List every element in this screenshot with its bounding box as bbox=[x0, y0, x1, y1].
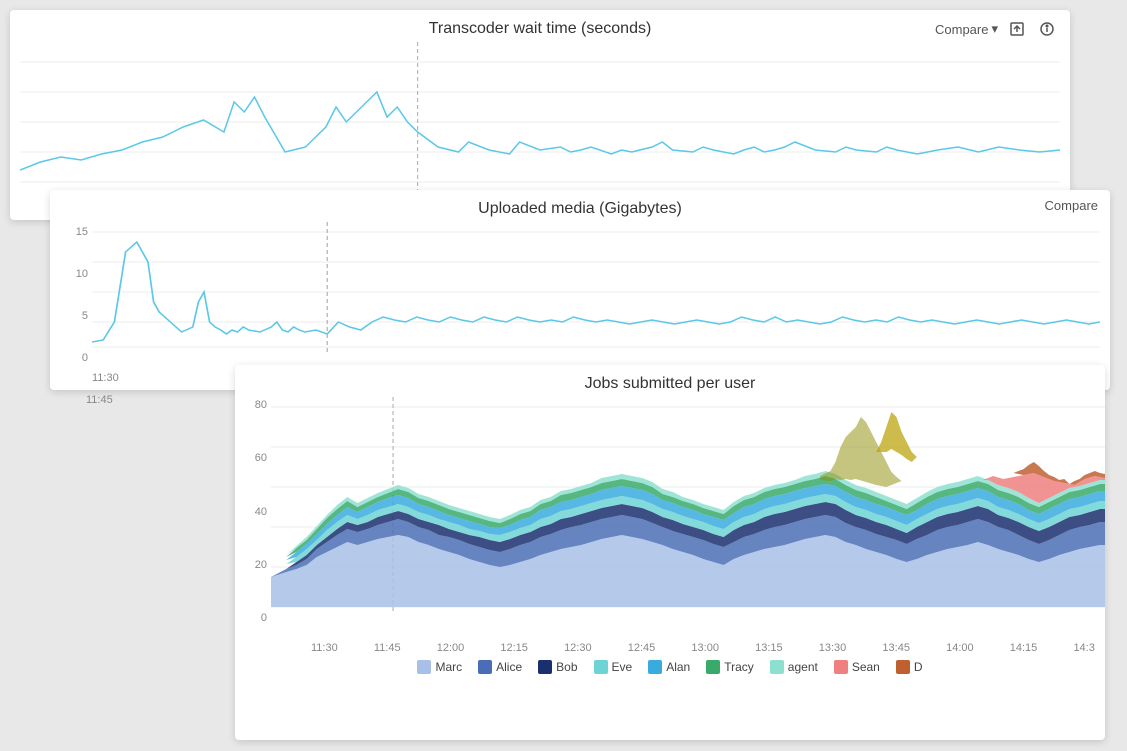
legend-item-eve: Eve bbox=[594, 660, 633, 674]
legend-item-alice: Alice bbox=[478, 660, 522, 674]
legend-color-agent bbox=[770, 660, 784, 674]
uploaded-media-card: Uploaded media (Gigabytes) Compare 15 10… bbox=[50, 190, 1110, 390]
legend-color-tracy bbox=[706, 660, 720, 674]
card2-chart-inner: 11:30 11:45 bbox=[92, 222, 1100, 384]
legend-item-d: D bbox=[896, 660, 923, 674]
legend-item-marc: Marc bbox=[417, 660, 462, 674]
legend-color-d bbox=[896, 660, 910, 674]
card3-x-axis: 11:30 11:45 12:00 12:15 12:30 12:45 13:0… bbox=[271, 642, 1105, 654]
card2-y-axis: 15 10 5 0 bbox=[60, 222, 92, 384]
legend-item-tracy: Tracy bbox=[706, 660, 754, 674]
card1-header: Transcoder wait time (seconds) Compare ▾ bbox=[10, 10, 1070, 38]
legend-color-marc bbox=[417, 660, 431, 674]
card3-header: Jobs submitted per user bbox=[235, 365, 1105, 393]
legend-item-agent: agent bbox=[770, 660, 818, 674]
card2-chart bbox=[92, 222, 1100, 367]
card1-compare-button[interactable]: Compare ▾ bbox=[935, 21, 998, 37]
chevron-down-icon: ▾ bbox=[991, 21, 998, 37]
legend-color-sean bbox=[834, 660, 848, 674]
card1-export-button[interactable] bbox=[1006, 18, 1028, 40]
transcoder-wait-time-card: Transcoder wait time (seconds) Compare ▾ bbox=[10, 10, 1070, 220]
card2-compare-button[interactable]: Compare bbox=[1045, 198, 1098, 213]
card2-title: Uploaded media (Gigabytes) bbox=[478, 200, 682, 218]
card2-actions: Compare bbox=[1045, 198, 1098, 213]
card3-title: Jobs submitted per user bbox=[585, 375, 756, 393]
card3-chart-area: 11:30 11:45 12:00 12:15 12:30 12:45 13:0… bbox=[271, 397, 1105, 654]
legend-item-bob: Bob bbox=[538, 660, 577, 674]
legend-color-alice bbox=[478, 660, 492, 674]
card3-y-axis: 80 60 40 20 0 bbox=[235, 397, 271, 654]
card1-actions: Compare ▾ bbox=[935, 18, 1058, 40]
card2-header: Uploaded media (Gigabytes) Compare bbox=[50, 190, 1110, 218]
legend-item-alan: Alan bbox=[648, 660, 690, 674]
legend-color-bob bbox=[538, 660, 552, 674]
card3-chart bbox=[271, 397, 1105, 637]
legend-color-eve bbox=[594, 660, 608, 674]
jobs-per-user-card: Jobs submitted per user 80 60 40 20 0 bbox=[235, 365, 1105, 740]
card1-chart bbox=[20, 42, 1060, 197]
legend-color-alan bbox=[648, 660, 662, 674]
card3-legend: Marc Alice Bob Eve Alan Tracy agent Sea bbox=[235, 654, 1105, 678]
legend-item-sean: Sean bbox=[834, 660, 880, 674]
legend-label-sean: Sean bbox=[852, 660, 880, 674]
card1-info-button[interactable] bbox=[1036, 18, 1058, 40]
card1-title: Transcoder wait time (seconds) bbox=[429, 20, 652, 38]
card3-chart-container: 80 60 40 20 0 bbox=[235, 393, 1105, 654]
